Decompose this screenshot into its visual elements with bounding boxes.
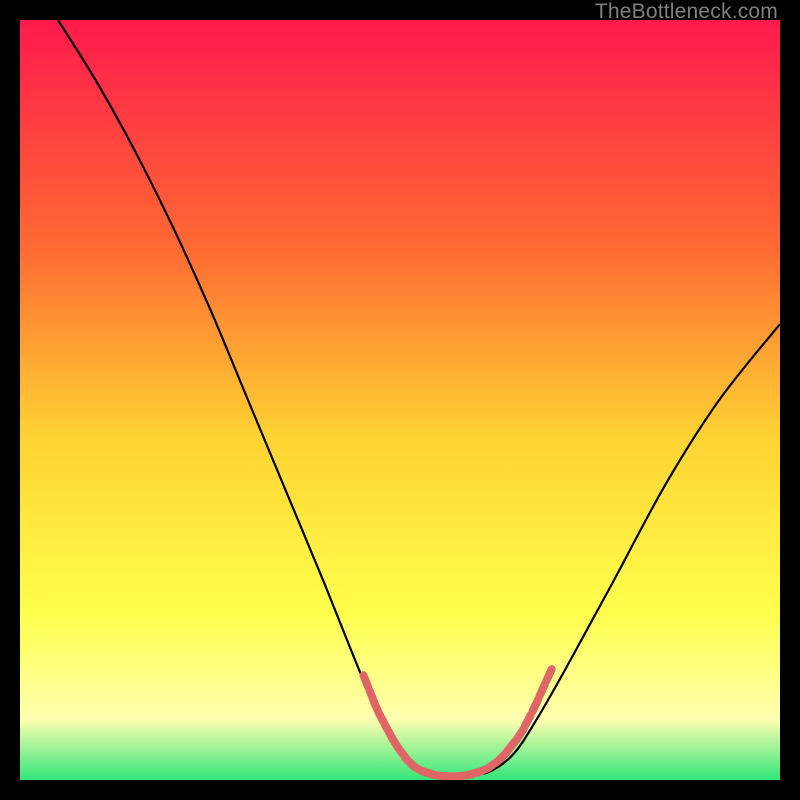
marker-dash (532, 700, 538, 712)
marker-dash (546, 669, 551, 681)
bottleneck-chart (20, 20, 780, 780)
marker-dash (539, 684, 544, 696)
marker-dash (525, 715, 531, 727)
marker-dash (363, 675, 368, 687)
chart-frame (20, 20, 780, 780)
gradient-background (20, 20, 780, 780)
